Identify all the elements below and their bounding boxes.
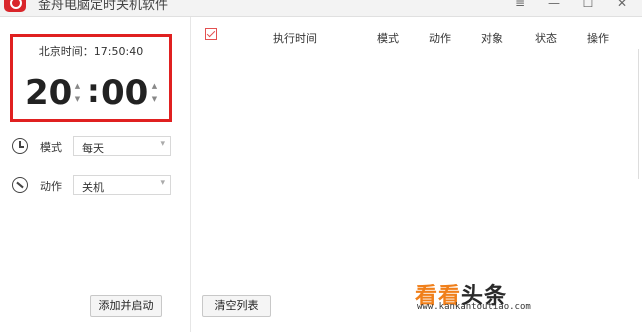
select-all-checkbox[interactable] [205, 28, 217, 40]
minute-spinner: ▲ ▼ [150, 80, 159, 106]
column-header: 模式 [377, 32, 399, 45]
minimize-button[interactable]: — [544, 0, 564, 10]
column-header: 状态 [535, 32, 557, 45]
menu-icon[interactable]: ≡ [510, 0, 530, 10]
action-row: 动作 关机 ▾ [12, 175, 182, 197]
maximize-button[interactable]: ☐ [578, 0, 598, 10]
hour-down-icon[interactable]: ▼ [73, 93, 82, 106]
clear-list-button[interactable]: 清空列表 [202, 295, 271, 317]
chevron-down-icon: ▾ [160, 178, 165, 188]
action-label: 动作 [40, 180, 62, 193]
current-time-label: 北京时间：17:50:40 [38, 45, 144, 58]
column-header: 动作 [429, 32, 451, 45]
hour-spinner: ▲ ▼ [73, 80, 82, 106]
hour-up-icon[interactable]: ▲ [73, 80, 82, 93]
title-bar: 金舟电脑定时关机软件 ≡ — ☐ ✕ [0, 0, 642, 17]
table-header: 执行时间 模式 动作 对象 状态 操作 [191, 17, 642, 57]
scrollbar[interactable] [638, 49, 642, 179]
chevron-down-icon: ▾ [160, 139, 165, 149]
action-value: 关机 [82, 181, 104, 194]
action-select[interactable]: 关机 ▾ [73, 175, 171, 195]
add-and-start-button[interactable]: 添加并启动 [90, 295, 162, 317]
window-title: 金舟电脑定时关机软件 [38, 0, 169, 13]
minute-field[interactable]: 00 [101, 73, 148, 113]
mode-value: 每天 [82, 142, 104, 155]
wrench-icon [12, 177, 28, 193]
watermark: 看看头条 www.kankantoutiao.com [415, 278, 595, 318]
column-header: 对象 [481, 32, 503, 45]
close-button[interactable]: ✕ [612, 0, 632, 10]
mode-label: 模式 [40, 141, 62, 154]
watermark-url: www.kankantoutiao.com [417, 302, 531, 312]
time-setting-box: 北京时间：17:50:40 20 ▲ ▼ : 00 ▲ ▼ [10, 34, 172, 122]
time-separator: : [87, 72, 100, 110]
minute-down-icon[interactable]: ▼ [150, 93, 159, 106]
minute-up-icon[interactable]: ▲ [150, 80, 159, 93]
mode-row: 模式 每天 ▾ [12, 136, 182, 158]
hour-field[interactable]: 20 [25, 73, 72, 113]
column-header: 操作 [587, 32, 609, 45]
column-header: 执行时间 [273, 32, 317, 45]
app-logo-icon [4, 0, 26, 12]
mode-select[interactable]: 每天 ▾ [73, 136, 171, 156]
settings-panel: 北京时间：17:50:40 20 ▲ ▼ : 00 ▲ ▼ 模式 每天 ▾ 动作… [0, 17, 191, 332]
alarm-clock-icon [12, 138, 28, 154]
